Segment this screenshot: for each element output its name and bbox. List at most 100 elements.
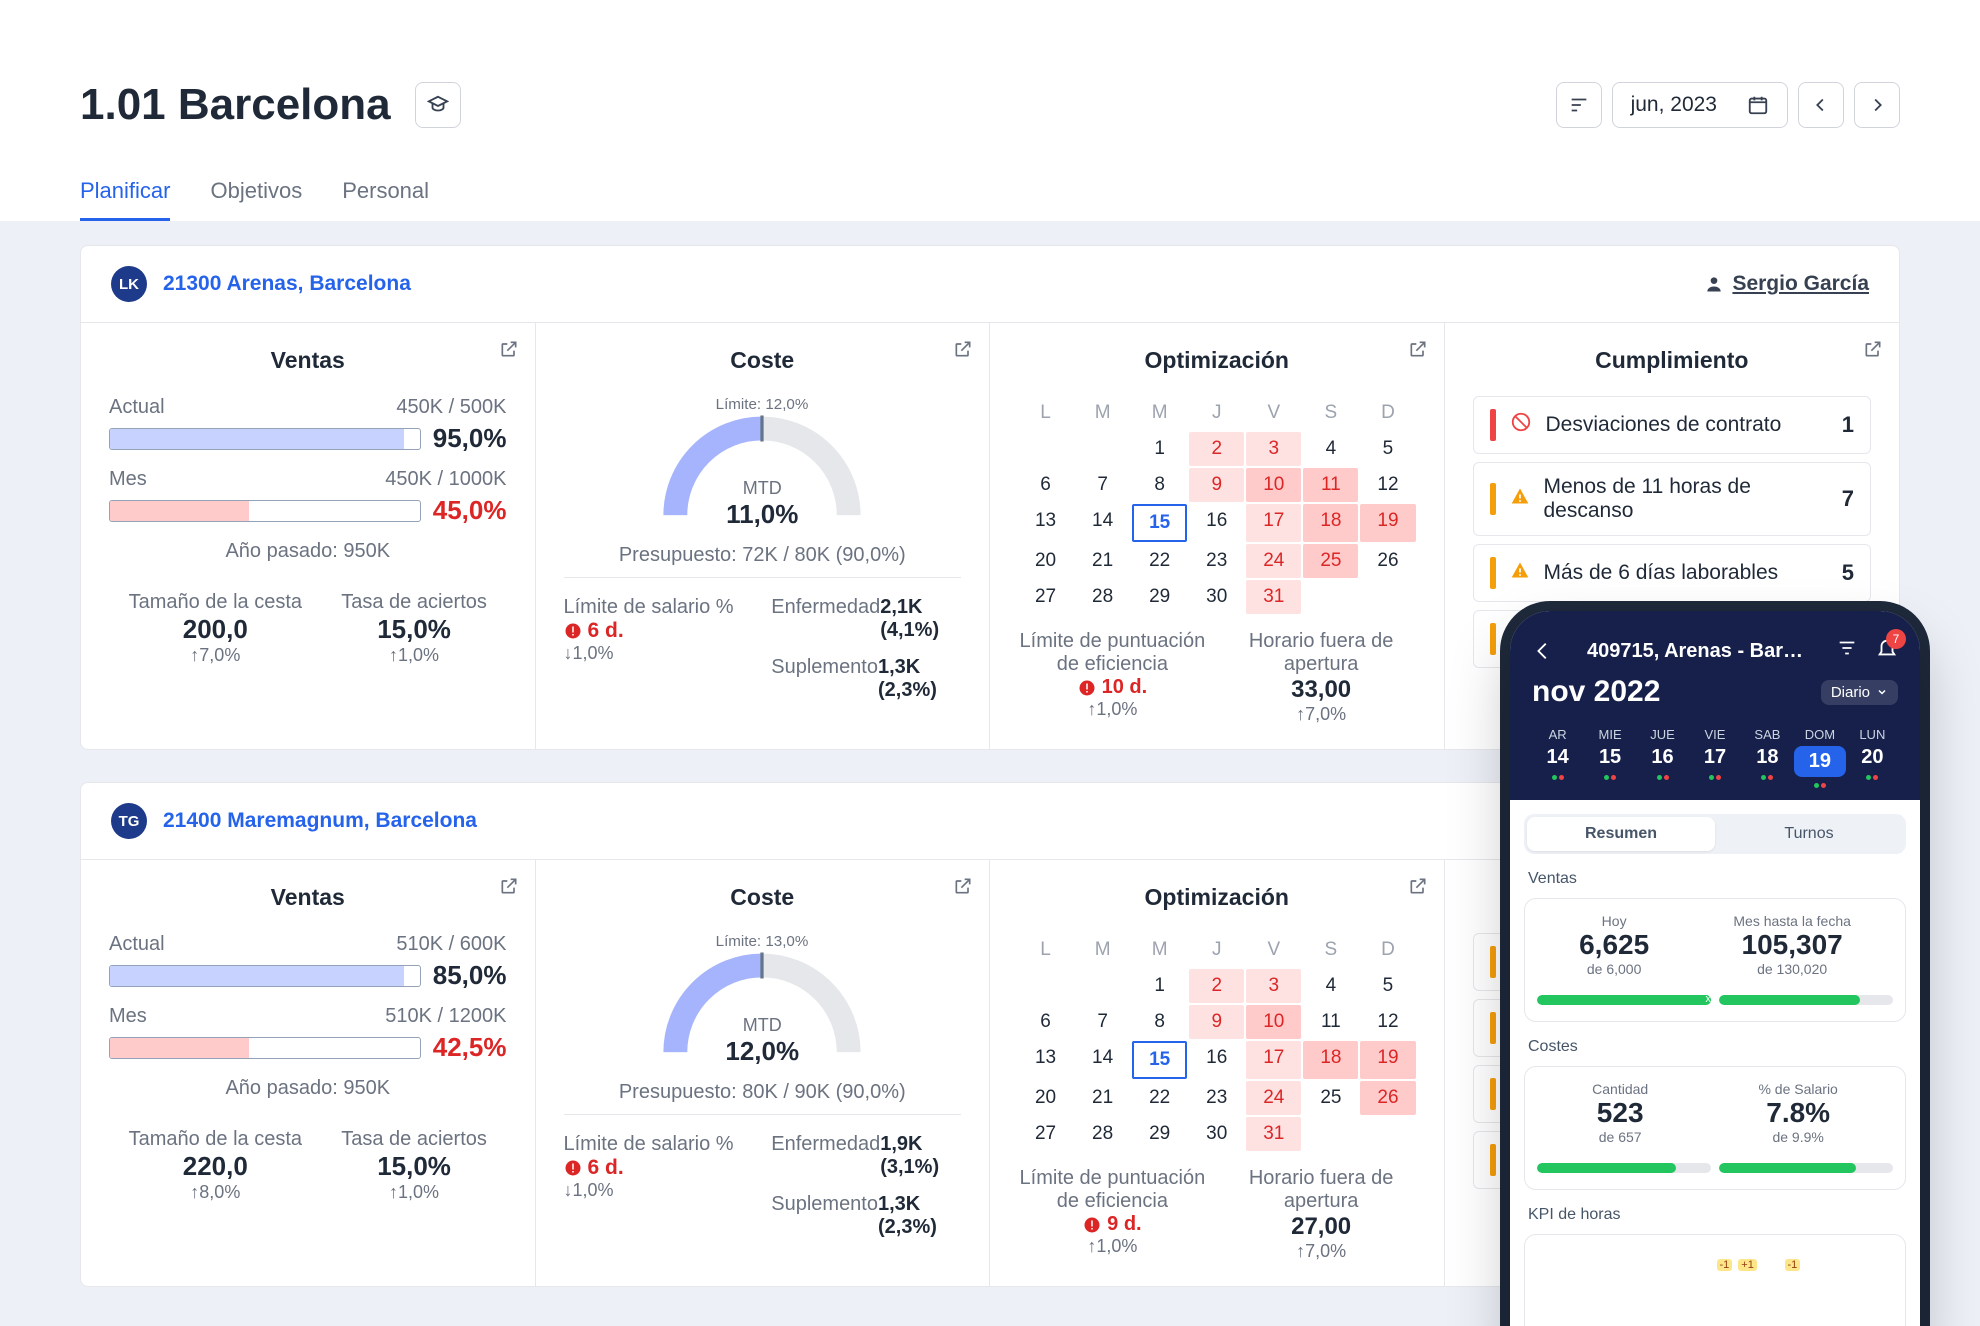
cal-day-3[interactable]: 3 xyxy=(1246,969,1301,1003)
cal-day-9[interactable]: 9 xyxy=(1189,1005,1244,1039)
cal-day-6[interactable]: 6 xyxy=(1018,1005,1073,1039)
cal-day-17[interactable]: 17 xyxy=(1246,1041,1301,1079)
compliance-item[interactable]: Menos de 11 horas de descanso 7 xyxy=(1473,462,1872,536)
cal-day-14[interactable]: 14 xyxy=(1075,504,1130,542)
cal-day-16[interactable]: 16 xyxy=(1189,504,1244,542)
cal-day-23[interactable]: 23 xyxy=(1189,1081,1244,1115)
cal-day-22[interactable]: 22 xyxy=(1132,544,1187,578)
phone-day-15[interactable]: MIE15 xyxy=(1584,727,1635,788)
compliance-text: Menos de 11 horas de descanso xyxy=(1544,475,1828,523)
cal-day-17[interactable]: 17 xyxy=(1246,504,1301,542)
cal-day-1[interactable]: 1 xyxy=(1132,969,1187,1003)
cal-day-11[interactable]: 11 xyxy=(1303,1005,1358,1039)
store-name-link[interactable]: 21400 Maremagnum, Barcelona xyxy=(163,809,477,833)
phone-day-20[interactable]: LUN20 xyxy=(1847,727,1898,788)
open-icon[interactable] xyxy=(499,876,519,902)
cal-day-24[interactable]: 24 xyxy=(1246,1081,1301,1115)
cal-day-16[interactable]: 16 xyxy=(1189,1041,1244,1079)
cal-day-12[interactable]: 12 xyxy=(1360,468,1415,502)
open-icon[interactable] xyxy=(1863,339,1883,365)
next-month-button[interactable] xyxy=(1854,82,1900,128)
cal-day-24[interactable]: 24 xyxy=(1246,544,1301,578)
cal-day-21[interactable]: 21 xyxy=(1075,1081,1130,1115)
phone-tab-resumen[interactable]: Resumen xyxy=(1527,817,1715,851)
cal-day-20[interactable]: 20 xyxy=(1018,544,1073,578)
cal-day-20[interactable]: 20 xyxy=(1018,1081,1073,1115)
store-name-link[interactable]: 21300 Arenas, Barcelona xyxy=(163,272,411,296)
cal-day-15[interactable]: 15 xyxy=(1132,504,1187,542)
cal-day-19[interactable]: 19 xyxy=(1360,504,1415,542)
date-picker[interactable]: jun, 2023 xyxy=(1612,82,1788,128)
cal-day-1[interactable]: 1 xyxy=(1132,432,1187,466)
cal-day-13[interactable]: 13 xyxy=(1018,1041,1073,1079)
cal-day-8[interactable]: 8 xyxy=(1132,468,1187,502)
tab-planificar[interactable]: Planificar xyxy=(80,178,170,221)
sort-button[interactable] xyxy=(1556,82,1602,128)
filter-icon[interactable] xyxy=(1836,637,1858,659)
phone-view-select[interactable]: Diario xyxy=(1821,680,1898,705)
optimizacion-cell: Optimización LMMJVSD12345678910111213141… xyxy=(990,323,1445,749)
manager-link[interactable]: Sergio García xyxy=(1704,272,1869,296)
open-icon[interactable] xyxy=(1408,876,1428,902)
page-title: 1.01 Barcelona xyxy=(80,80,391,130)
cal-day-28[interactable]: 28 xyxy=(1075,580,1130,614)
education-icon-button[interactable] xyxy=(415,82,461,128)
cal-day-29[interactable]: 29 xyxy=(1132,580,1187,614)
cal-day-12[interactable]: 12 xyxy=(1360,1005,1415,1039)
cal-day-8[interactable]: 8 xyxy=(1132,1005,1187,1039)
prev-month-button[interactable] xyxy=(1798,82,1844,128)
cal-day-19[interactable]: 19 xyxy=(1360,1041,1415,1079)
cal-day-25[interactable]: 25 xyxy=(1303,1081,1358,1115)
compliance-item[interactable]: Desviaciones de contrato 1 xyxy=(1473,396,1872,454)
tab-objetivos[interactable]: Objetivos xyxy=(210,178,302,221)
tab-personal[interactable]: Personal xyxy=(342,178,429,221)
phone-month-label[interactable]: nov 2022 xyxy=(1532,675,1660,709)
compliance-item[interactable]: Más de 6 días laborables 5 xyxy=(1473,544,1872,602)
cal-day-21[interactable]: 21 xyxy=(1075,544,1130,578)
cal-day-18[interactable]: 18 xyxy=(1303,504,1358,542)
cal-day-31[interactable]: 31 xyxy=(1246,1117,1301,1151)
phone-day-18[interactable]: SAB18 xyxy=(1742,727,1793,788)
cal-day-28[interactable]: 28 xyxy=(1075,1117,1130,1151)
cal-day-30[interactable]: 30 xyxy=(1189,1117,1244,1151)
phone-day-19[interactable]: DOM19 xyxy=(1794,727,1845,788)
cal-day-4[interactable]: 4 xyxy=(1303,432,1358,466)
cal-day-13[interactable]: 13 xyxy=(1018,504,1073,542)
cal-day-25[interactable]: 25 xyxy=(1303,544,1358,578)
phone-day-16[interactable]: JUE16 xyxy=(1637,727,1688,788)
cal-day-29[interactable]: 29 xyxy=(1132,1117,1187,1151)
cal-day-11[interactable]: 11 xyxy=(1303,468,1358,502)
cal-day-15[interactable]: 15 xyxy=(1132,1041,1187,1079)
cal-day-27[interactable]: 27 xyxy=(1018,1117,1073,1151)
cal-day-14[interactable]: 14 xyxy=(1075,1041,1130,1079)
cal-day-10[interactable]: 10 xyxy=(1246,1005,1301,1039)
phone-day-17[interactable]: VIE17 xyxy=(1689,727,1740,788)
alert-icon xyxy=(564,622,582,640)
cal-day-26[interactable]: 26 xyxy=(1360,544,1415,578)
cal-day-27[interactable]: 27 xyxy=(1018,580,1073,614)
cal-day-18[interactable]: 18 xyxy=(1303,1041,1358,1079)
cal-day-3[interactable]: 3 xyxy=(1246,432,1301,466)
cal-day-5[interactable]: 5 xyxy=(1360,969,1415,1003)
cal-day-6[interactable]: 6 xyxy=(1018,468,1073,502)
cal-day-2[interactable]: 2 xyxy=(1189,432,1244,466)
cal-day-30[interactable]: 30 xyxy=(1189,580,1244,614)
cal-day-4[interactable]: 4 xyxy=(1303,969,1358,1003)
open-icon[interactable] xyxy=(1408,339,1428,365)
cal-day-23[interactable]: 23 xyxy=(1189,544,1244,578)
cal-day-31[interactable]: 31 xyxy=(1246,580,1301,614)
open-icon[interactable] xyxy=(499,339,519,365)
cal-day-7[interactable]: 7 xyxy=(1075,468,1130,502)
phone-tab-turnos[interactable]: Turnos xyxy=(1715,817,1903,851)
phone-day-14[interactable]: AR14 xyxy=(1532,727,1583,788)
cal-day-7[interactable]: 7 xyxy=(1075,1005,1130,1039)
cal-day-9[interactable]: 9 xyxy=(1189,468,1244,502)
open-icon[interactable] xyxy=(953,876,973,902)
cal-day-5[interactable]: 5 xyxy=(1360,432,1415,466)
back-icon[interactable] xyxy=(1532,640,1554,662)
cal-day-22[interactable]: 22 xyxy=(1132,1081,1187,1115)
open-icon[interactable] xyxy=(953,339,973,365)
cal-day-26[interactable]: 26 xyxy=(1360,1081,1415,1115)
cal-day-10[interactable]: 10 xyxy=(1246,468,1301,502)
cal-day-2[interactable]: 2 xyxy=(1189,969,1244,1003)
